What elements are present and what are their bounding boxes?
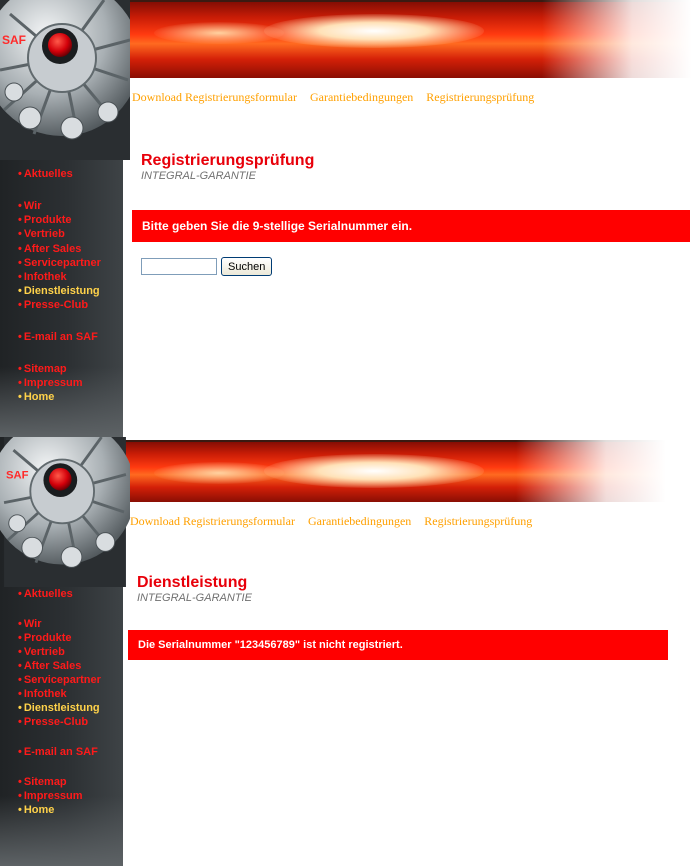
menu-item-sitemap[interactable]: • Sitemap: [18, 362, 83, 376]
nav-download-registration-form[interactable]: Download Registrierungsformular: [132, 90, 297, 104]
result-message-bar: Die Serialnummer "123456789" ist nicht r…: [128, 630, 668, 660]
serial-number-input[interactable]: [141, 258, 217, 275]
top-navigation: Download Registrierungsformular Garantie…: [130, 514, 542, 529]
menu-item-produkte[interactable]: • Produkte: [18, 631, 101, 645]
sidebar-menu: • Aktuelles: [18, 167, 73, 181]
menu-item-impressum[interactable]: • Impressum: [18, 789, 83, 803]
sidebar-menu-footer: • Sitemap • Impressum • Home: [18, 362, 83, 405]
menu-item-vertrieb[interactable]: • Vertrieb: [18, 645, 101, 659]
header-banner: [124, 0, 692, 78]
menu-item-servicepartner[interactable]: • Servicepartner: [18, 673, 101, 687]
menu-item-impressum[interactable]: • Impressum: [18, 376, 83, 390]
menu-item-dienstleistung[interactable]: • Dienstleistung: [18, 701, 101, 715]
menu-item-infothek[interactable]: • Infothek: [18, 687, 101, 701]
nav-warranty-terms[interactable]: Garantiebedingungen: [308, 514, 411, 528]
menu-item-servicepartner[interactable]: • Servicepartner: [18, 256, 101, 270]
menu-item-home[interactable]: • Home: [18, 390, 83, 404]
sidebar-menu-email: • E-mail an SAF: [18, 330, 98, 344]
page-subtitle: INTEGRAL-GARANTIE: [137, 592, 252, 604]
instruction-bar: Bitte geben Sie die 9-stellige Serialnum…: [132, 210, 690, 242]
sidebar-menu-main: • Wir • Produkte • Vertrieb • After Sales • S…: [18, 199, 101, 313]
page-title: Registrierungsprüfung: [141, 152, 315, 169]
nav-download-registration-form[interactable]: Download Registrierungsformular: [130, 514, 295, 528]
menu-item-after-sales[interactable]: • After Sales: [18, 659, 101, 673]
nav-warranty-terms[interactable]: Garantiebedingungen: [310, 90, 413, 104]
sidebar-menu-email: • E-mail an SAF: [18, 745, 98, 759]
menu-item-presse-club[interactable]: • Presse-Club: [18, 298, 101, 312]
menu-item-wir[interactable]: • Wir: [18, 617, 101, 631]
top-navigation: Download Registrierungsformular Garantie…: [132, 90, 544, 105]
page-title: Dienstleistung: [137, 574, 248, 591]
sidebar-menu: • Aktuelles: [18, 587, 73, 601]
menu-item-presse-club[interactable]: • Presse-Club: [18, 715, 101, 729]
page-heading: Registrierungsprüfung INTEGRAL-GARANTIE: [141, 152, 314, 182]
saf-logo-text: SAF: [6, 469, 29, 481]
page-heading: Dienstleistung INTEGRAL-GARANTIE: [137, 574, 252, 604]
header-banner: [124, 440, 666, 502]
screenshot-panel-1: SAF Download Registrierungsformular Gara…: [0, 0, 692, 437]
page-subtitle: INTEGRAL-GARANTIE: [141, 170, 256, 182]
menu-item-dienstleistung[interactable]: • Dienstleistung: [18, 284, 101, 298]
menu-item-wir[interactable]: • Wir: [18, 199, 101, 213]
wheel-logo-image: SAF: [0, 437, 130, 587]
menu-item-sitemap[interactable]: • Sitemap: [18, 775, 83, 789]
menu-item-home[interactable]: • Home: [18, 803, 83, 817]
sidebar-menu-main: • Wir • Produkte • Vertrieb • After Sales • S…: [18, 617, 101, 729]
search-button[interactable]: Suchen: [221, 257, 273, 276]
wheel-logo-image: SAF: [0, 0, 130, 160]
nav-registration-check[interactable]: Registrierungsprüfung: [426, 90, 534, 104]
menu-item-email[interactable]: • E-mail an SAF: [18, 330, 98, 344]
nav-registration-check[interactable]: Registrierungsprüfung: [424, 514, 532, 528]
sidebar-menu-footer: • Sitemap • Impressum • Home: [18, 775, 83, 817]
saf-logo-text: SAF: [2, 33, 26, 47]
menu-item-vertrieb[interactable]: • Vertrieb: [18, 227, 101, 241]
menu-item-produkte[interactable]: • Produkte: [18, 213, 101, 227]
menu-item-aktuelles[interactable]: • Aktuelles: [18, 587, 73, 601]
menu-item-email[interactable]: • E-mail an SAF: [18, 745, 98, 759]
screenshot-panel-2: SAF Download Registrierungsformular Gara…: [0, 437, 692, 866]
menu-item-infothek[interactable]: • Infothek: [18, 270, 101, 284]
serial-search-form: Suchen: [141, 257, 273, 276]
menu-item-after-sales[interactable]: • After Sales: [18, 242, 101, 256]
menu-item-aktuelles[interactable]: • Aktuelles: [18, 167, 73, 181]
